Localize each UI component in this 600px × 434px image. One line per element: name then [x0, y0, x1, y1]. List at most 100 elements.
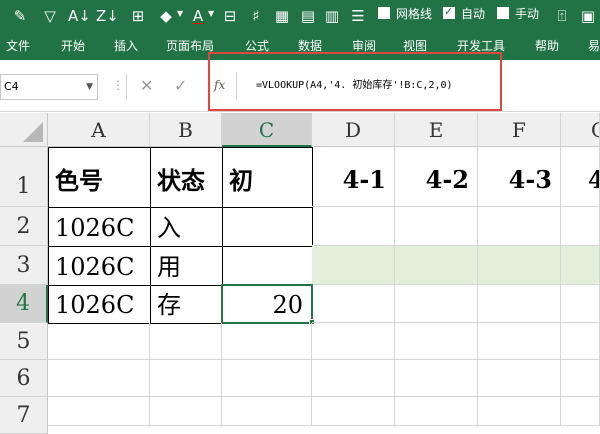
cell-d4[interactable]: [312, 285, 395, 323]
cell-c3[interactable]: [222, 246, 313, 286]
cell-g2[interactable]: [561, 207, 600, 246]
cell-f7[interactable]: [478, 397, 561, 426]
cell-d6[interactable]: [312, 360, 395, 397]
column-header-d[interactable]: D: [312, 113, 395, 147]
select-all-triangle-icon: [23, 122, 43, 142]
cell-e7[interactable]: [395, 397, 478, 426]
cell-a2[interactable]: 1026C: [48, 207, 151, 247]
cell-g4[interactable]: [561, 285, 600, 323]
column-header-c[interactable]: C: [222, 113, 312, 147]
row-header-4[interactable]: 4: [0, 285, 48, 323]
cell-c1[interactable]: 初: [222, 147, 313, 208]
cell-b4[interactable]: 存: [150, 285, 223, 324]
cell-b6[interactable]: [150, 360, 222, 397]
cell-a1[interactable]: 色号: [48, 147, 151, 208]
sort-ascending-icon[interactable]: A↓: [68, 6, 91, 26]
quick-access-toolbar: ✎ ▽ A↓ Z↓ ⊞ ◆ ▼ A ▼ ⊟ ♯ ▦ ▤ ▥ ☰ 网格线 自动 手…: [0, 0, 600, 32]
cell-b5[interactable]: [150, 323, 222, 360]
auto-calc-label: 自动: [461, 7, 486, 21]
cell-c7[interactable]: [222, 397, 312, 426]
cell-g6[interactable]: [561, 360, 600, 397]
name-box[interactable]: C4 ▼: [0, 74, 98, 100]
row-header-5[interactable]: 5: [0, 323, 48, 360]
cell-e1[interactable]: 4-2: [395, 147, 478, 207]
cell-c5[interactable]: [222, 323, 312, 360]
cell-f5[interactable]: [478, 323, 561, 360]
cell-f6[interactable]: [478, 360, 561, 397]
cell-e5[interactable]: [395, 323, 478, 360]
annotation-highlight-box: [208, 52, 502, 111]
restore-icon[interactable]: ▣: [578, 6, 598, 26]
tab-file[interactable]: 文件: [6, 38, 30, 54]
name-box-dropdown-icon[interactable]: ▼: [86, 75, 93, 99]
more-options-icon[interactable]: ⋮: [112, 78, 124, 92]
cell-g1[interactable]: 4: [561, 147, 600, 207]
row-header-6[interactable]: 6: [0, 360, 48, 397]
row-header-3[interactable]: 3: [0, 246, 48, 285]
cell-b2[interactable]: 入: [150, 207, 223, 247]
cell-f2[interactable]: [478, 207, 561, 246]
calculator-icon[interactable]: ▥: [322, 6, 342, 26]
cell-a7[interactable]: [48, 397, 150, 426]
enter-icon[interactable]: ✓: [174, 76, 187, 95]
cell-c6[interactable]: [222, 360, 312, 397]
tab-more[interactable]: 易: [588, 38, 600, 54]
cell-f4[interactable]: [478, 285, 561, 323]
cell-g5[interactable]: [561, 323, 600, 360]
cell-g3[interactable]: [561, 246, 600, 285]
cell-e2[interactable]: [395, 207, 478, 246]
cell-d2[interactable]: [312, 207, 395, 246]
cell-d7[interactable]: [312, 397, 395, 426]
column-header-e[interactable]: E: [395, 113, 478, 147]
cell-b7[interactable]: [150, 397, 222, 426]
cell-a4[interactable]: 1026C: [48, 285, 151, 324]
row-header-1[interactable]: 1: [0, 147, 48, 207]
column-header-f[interactable]: F: [478, 113, 561, 147]
cell-e4[interactable]: [395, 285, 478, 323]
cancel-icon[interactable]: ✕: [140, 76, 153, 95]
cell-b3[interactable]: 用: [150, 246, 223, 286]
cell-f1[interactable]: 4-3: [478, 147, 561, 207]
cell-a3[interactable]: 1026C: [48, 246, 151, 286]
fill-color-dropdown-icon[interactable]: ▼: [177, 9, 183, 18]
row-header-2[interactable]: 2: [0, 207, 48, 246]
fill-color-icon[interactable]: ◆: [156, 6, 176, 26]
select-all-button[interactable]: [0, 113, 48, 147]
tab-home[interactable]: 开始: [61, 38, 85, 54]
list-icon[interactable]: ☰: [348, 6, 368, 26]
cell-c4-active[interactable]: 20: [221, 284, 313, 324]
cell-b1[interactable]: 状态: [150, 147, 223, 208]
cell-e6[interactable]: [395, 360, 478, 397]
cell-g7[interactable]: [561, 397, 600, 426]
filter-icon[interactable]: ▽: [40, 6, 60, 26]
sheet-grid-icon[interactable]: ▤: [298, 6, 318, 26]
number-format-icon[interactable]: ♯: [246, 6, 266, 26]
cell-e3[interactable]: [395, 246, 478, 285]
manual-calc-checkbox[interactable]: [497, 7, 509, 19]
cell-c2[interactable]: [222, 207, 313, 247]
tab-insert[interactable]: 插入: [114, 38, 138, 54]
auto-calc-checkbox[interactable]: [443, 5, 455, 19]
cell-a5[interactable]: [48, 323, 150, 360]
cell-d3[interactable]: [312, 246, 395, 285]
cell-d5[interactable]: [312, 323, 395, 360]
font-color-icon[interactable]: A: [188, 6, 208, 26]
tab-page-layout[interactable]: 页面布局: [166, 38, 214, 54]
table-icon[interactable]: ▦: [272, 6, 292, 26]
text-format-icon[interactable]: ⊟: [220, 6, 240, 26]
manual-calc-label: 手动: [515, 7, 540, 21]
column-header-a[interactable]: A: [48, 113, 150, 147]
gridlines-checkbox[interactable]: [378, 7, 390, 19]
show-desktop-icon[interactable]: ⍐: [552, 6, 572, 26]
font-color-dropdown-icon[interactable]: ▼: [208, 9, 214, 18]
column-header-b[interactable]: B: [150, 113, 222, 147]
cell-a6[interactable]: [48, 360, 150, 397]
cell-f3[interactable]: [478, 246, 561, 285]
column-header-g[interactable]: G: [561, 113, 600, 147]
cell-d1[interactable]: 4-1: [312, 147, 395, 207]
tab-help[interactable]: 帮助: [535, 38, 559, 54]
format-painter-icon[interactable]: ✎: [10, 6, 30, 26]
borders-icon[interactable]: ⊞: [128, 6, 148, 26]
sort-descending-icon[interactable]: Z↓: [96, 6, 119, 26]
row-header-7[interactable]: 7: [0, 397, 48, 434]
